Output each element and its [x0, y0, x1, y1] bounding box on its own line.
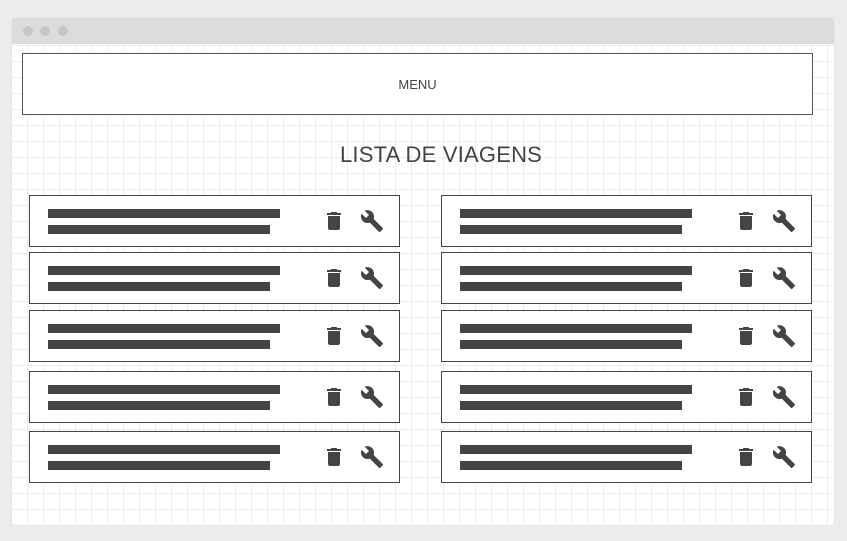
trip-item[interactable] — [29, 195, 400, 247]
trip-subtitle-placeholder — [460, 282, 682, 291]
wrench-icon[interactable] — [772, 266, 796, 290]
trash-icon[interactable] — [734, 385, 758, 409]
window-titlebar — [12, 18, 834, 44]
trip-subtitle-placeholder — [460, 461, 682, 470]
window-minimize-dot[interactable] — [40, 26, 50, 36]
wrench-icon[interactable] — [360, 266, 384, 290]
wrench-icon[interactable] — [360, 209, 384, 233]
trip-item[interactable] — [441, 195, 812, 247]
trip-title-placeholder — [48, 385, 280, 394]
wrench-icon[interactable] — [772, 445, 796, 469]
trip-title-placeholder — [460, 324, 692, 333]
trip-subtitle-placeholder — [48, 401, 270, 410]
trip-subtitle-placeholder — [460, 401, 682, 410]
trip-title-placeholder — [460, 385, 692, 394]
trip-title-placeholder — [460, 266, 692, 275]
trip-subtitle-placeholder — [460, 340, 682, 349]
trash-icon[interactable] — [322, 324, 346, 348]
browser-window: MENU LISTA DE VIAGENS — [12, 18, 834, 525]
trip-item[interactable] — [441, 431, 812, 483]
trash-icon[interactable] — [322, 445, 346, 469]
window-close-dot[interactable] — [23, 26, 33, 36]
trip-subtitle-placeholder — [460, 225, 682, 234]
menu-bar[interactable]: MENU — [22, 53, 813, 115]
trash-icon[interactable] — [322, 266, 346, 290]
trip-item[interactable] — [441, 371, 812, 423]
wrench-icon[interactable] — [772, 385, 796, 409]
trash-icon[interactable] — [322, 209, 346, 233]
trip-subtitle-placeholder — [48, 340, 270, 349]
trip-item[interactable] — [441, 310, 812, 362]
trash-icon[interactable] — [734, 209, 758, 233]
page-title: LISTA DE VIAGENS — [339, 142, 543, 167]
wrench-icon[interactable] — [772, 324, 796, 348]
wrench-icon[interactable] — [772, 209, 796, 233]
menu-label: MENU — [398, 76, 437, 92]
trip-item[interactable] — [441, 252, 812, 304]
trip-subtitle-placeholder — [48, 282, 270, 291]
trip-item[interactable] — [29, 371, 400, 423]
trip-item[interactable] — [29, 310, 400, 362]
trip-title-placeholder — [460, 209, 692, 218]
trash-icon[interactable] — [734, 445, 758, 469]
window-maximize-dot[interactable] — [58, 26, 68, 36]
trip-item[interactable] — [29, 252, 400, 304]
trash-icon[interactable] — [734, 266, 758, 290]
trip-title-placeholder — [48, 445, 280, 454]
trash-icon[interactable] — [734, 324, 758, 348]
trip-subtitle-placeholder — [48, 225, 270, 234]
trip-item[interactable] — [29, 431, 400, 483]
trip-title-placeholder — [48, 266, 280, 275]
trash-icon[interactable] — [322, 385, 346, 409]
wrench-icon[interactable] — [360, 445, 384, 469]
wrench-icon[interactable] — [360, 385, 384, 409]
wrench-icon[interactable] — [360, 324, 384, 348]
trip-subtitle-placeholder — [48, 461, 270, 470]
trip-title-placeholder — [460, 445, 692, 454]
trip-title-placeholder — [48, 324, 280, 333]
trip-title-placeholder — [48, 209, 280, 218]
